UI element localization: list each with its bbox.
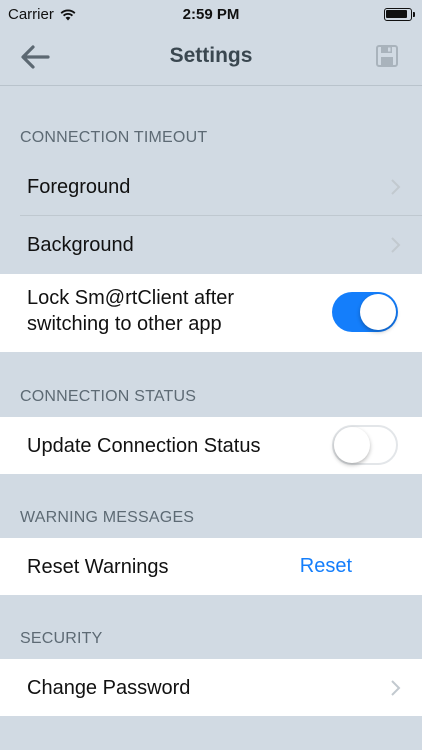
section-header-security: SECURITY — [20, 630, 103, 647]
chevron-right-icon — [391, 179, 401, 195]
update-connection-status-label: Update Connection Status — [27, 434, 261, 457]
toggle-knob — [360, 294, 396, 330]
lock-label-line2: switching to other app — [27, 313, 222, 335]
section-header-warning-messages: WARNING MESSAGES — [20, 509, 195, 526]
battery-icon — [384, 8, 415, 21]
reset-warnings-row: Reset Warnings Reset — [0, 538, 422, 595]
reset-warnings-label: Reset Warnings — [27, 555, 169, 578]
foreground-label: Foreground — [27, 176, 131, 198]
change-password-row[interactable]: Change Password — [0, 659, 422, 716]
status-bar: Carrier 2:59 PM — [0, 0, 422, 30]
toggle-knob — [334, 427, 370, 463]
update-connection-status-toggle[interactable] — [332, 425, 398, 465]
section-header-connection-timeout: CONNECTION TIMEOUT — [20, 129, 208, 146]
save-floppy-icon[interactable] — [374, 43, 400, 69]
lock-toggle[interactable] — [332, 292, 398, 332]
lock-label-line1: Lock Sm@rtClient after — [27, 287, 235, 309]
chevron-right-icon — [391, 679, 401, 696]
background-row[interactable]: Background — [0, 216, 422, 274]
background-label: Background — [27, 234, 134, 256]
update-connection-status-row: Update Connection Status — [0, 417, 422, 474]
chevron-right-icon — [391, 237, 401, 253]
lock-after-switching-row: Lock Sm@rtClient after switching to othe… — [0, 274, 422, 352]
navigation-bar: Settings — [0, 30, 422, 86]
section-header-connection-status: CONNECTION STATUS — [20, 388, 197, 405]
reset-button[interactable]: Reset — [300, 555, 352, 578]
page-title: Settings — [169, 44, 253, 67]
clock: 2:59 PM — [182, 6, 240, 23]
change-password-label: Change Password — [27, 676, 191, 699]
foreground-row[interactable]: Foreground — [0, 158, 422, 216]
